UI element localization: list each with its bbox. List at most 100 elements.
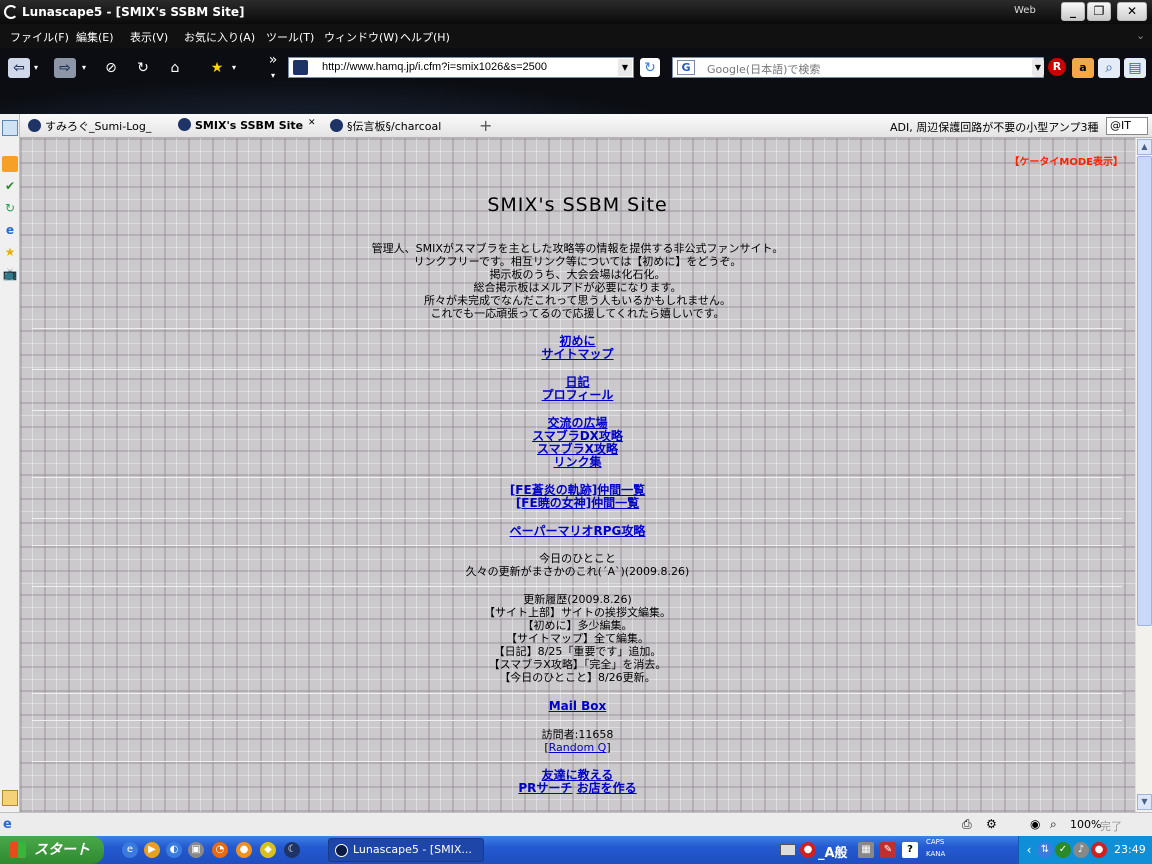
zoom-icon[interactable]: ⌕ xyxy=(1050,817,1057,832)
tools-icon[interactable]: ⚙ xyxy=(986,817,997,831)
pr-search-link[interactable]: PRサーチ xyxy=(518,781,572,795)
link-links[interactable]: リンク集 xyxy=(20,456,1135,469)
firefox-quicklaunch-icon[interactable]: ◔ xyxy=(212,842,228,858)
rss-icon[interactable] xyxy=(2,156,18,172)
vertical-scrollbar[interactable]: ▲ ▼ xyxy=(1135,138,1152,812)
intro-line: 総合掲示板はメルアドが必要になります。 xyxy=(473,281,682,294)
search-options-icon[interactable]: ▤ xyxy=(1124,58,1146,78)
ime-tool-icon[interactable]: ✎ xyxy=(880,842,896,858)
taskbar-window-button[interactable]: Lunascape5 - [SMIX... xyxy=(328,838,484,862)
help-icon[interactable]: ? xyxy=(902,842,918,858)
mailbox-link[interactable]: Mail Box xyxy=(20,700,1135,713)
history-icon[interactable]: ↻ xyxy=(2,200,18,216)
tool-quicklaunch-icon[interactable]: ◆ xyxy=(260,842,276,858)
view-icon[interactable]: ◉ xyxy=(1030,817,1040,831)
search-box[interactable]: G Google(日本語)で検索 xyxy=(672,57,1044,78)
menu-edit[interactable]: 編集(E) xyxy=(76,29,114,45)
caps-indicator: CAPS xyxy=(926,838,945,846)
ime-pad-icon[interactable]: ▦ xyxy=(858,842,874,858)
sidebar-panel-icon[interactable] xyxy=(2,120,18,136)
scroll-down-icon[interactable]: ▼ xyxy=(1137,794,1152,810)
scroll-thumb[interactable] xyxy=(1137,156,1152,626)
news-ticker[interactable]: ADI, 周辺保護回路が不要の小型アンプ3種 xyxy=(890,119,1098,135)
intro-line: 管理人、SMIXがスマブラを主とした攻略等の情報を提供する非公式ファンサイト。 xyxy=(371,242,784,255)
menu-window[interactable]: ウィンドウ(W) xyxy=(324,29,398,45)
keyboard-icon[interactable] xyxy=(780,844,796,856)
checklist-icon[interactable]: ✔ xyxy=(2,178,18,194)
tray-expand-icon[interactable]: ‹ xyxy=(1021,842,1037,858)
refresh-icon[interactable]: ↻ xyxy=(640,58,660,77)
google-icon[interactable]: G xyxy=(677,60,695,75)
forward-dropdown-icon[interactable]: ▾ xyxy=(78,58,90,78)
menu-tools[interactable]: ツール(T) xyxy=(266,29,314,45)
favorites-star-icon[interactable]: ★ xyxy=(206,58,228,78)
ime-icon[interactable]: ● xyxy=(800,842,816,858)
mobile-mode-link[interactable]: 【ケータイMODE表示】 xyxy=(1009,153,1123,168)
app-quicklaunch-icon[interactable]: ● xyxy=(236,842,252,858)
network-icon[interactable]: ⇅ xyxy=(1037,842,1053,858)
tab-close-icon[interactable]: ✕ xyxy=(308,118,316,136)
menu-view[interactable]: 表示(V) xyxy=(130,29,168,45)
printer-icon[interactable]: ⎙ xyxy=(962,817,972,832)
address-bar[interactable]: http://www.hamq.jp/i.cfm?i=smix1026&s=25… xyxy=(288,57,634,78)
tv-icon[interactable]: 📺 xyxy=(2,266,18,282)
media-quicklaunch-icon[interactable]: ▶ xyxy=(144,842,160,858)
home-icon[interactable]: ⌂ xyxy=(164,58,186,78)
tab-smix-site[interactable]: SMIX's SSBM Site xyxy=(178,118,303,136)
volume-icon[interactable]: ♪ xyxy=(1073,842,1089,858)
search-input[interactable]: Google(日本語)で検索 xyxy=(707,61,820,77)
folder-add-icon[interactable] xyxy=(2,790,18,806)
ie-quicklaunch-icon[interactable]: e xyxy=(122,842,138,858)
link-fe-radiant-dawn[interactable]: [FE暁の女神]仲間一覧 xyxy=(20,497,1135,510)
rakuten-icon[interactable]: R xyxy=(1048,58,1066,76)
address-dropdown-icon[interactable]: ▼ xyxy=(618,59,632,76)
scroll-up-icon[interactable]: ▲ xyxy=(1137,139,1152,155)
reload-icon[interactable]: ↻ xyxy=(132,58,154,78)
ime-mode[interactable]: _A般 xyxy=(818,842,848,861)
ie-engine-icon[interactable]: e xyxy=(3,817,12,832)
menu-favorites[interactable]: お気に入り(A) xyxy=(184,29,255,45)
tab-sumi-log[interactable]: すみろぐ_Sumi-Log_ xyxy=(28,118,151,136)
favorites-icon[interactable]: ★ xyxy=(2,244,18,260)
maximize-button[interactable]: ❐ xyxy=(1087,2,1111,21)
favorites-dropdown-icon[interactable]: ▾ xyxy=(228,58,240,78)
tab-charcoal[interactable]: §伝言板§/charcoal xyxy=(330,118,441,136)
link-paper-mario[interactable]: ペーパーマリオRPG攻略 xyxy=(20,525,1135,538)
amazon-icon[interactable]: a xyxy=(1072,58,1094,78)
forward-button[interactable]: ⇨ xyxy=(54,58,76,78)
back-dropdown-icon[interactable]: ▾ xyxy=(30,58,42,78)
menu-overflow-icon[interactable]: ⌄ xyxy=(1136,29,1145,42)
link-profile[interactable]: プロフィール xyxy=(20,389,1135,402)
new-tab-icon[interactable]: + xyxy=(479,116,492,135)
menu-file[interactable]: ファイル(F) xyxy=(10,29,69,45)
start-button[interactable]: スタート xyxy=(0,836,104,864)
antivirus-icon[interactable]: ● xyxy=(1091,842,1107,858)
menu-help[interactable]: ヘルプ(H) xyxy=(400,29,450,45)
close-button[interactable]: ✕ xyxy=(1117,2,1147,21)
ie-icon[interactable]: e xyxy=(2,222,18,238)
visitor-counter: 訪問者:11658 xyxy=(541,728,614,741)
search-page-icon[interactable]: ⌕ xyxy=(1098,58,1120,78)
kana-indicator: KANA xyxy=(926,850,946,858)
toolbar: ⇦ ▾ ⇨ ▾ ⊘ ↻ ⌂ ★ ▾ » ▾ http://www.hamq.jp… xyxy=(0,48,1152,114)
pr-links-row: PRサーチ お店を作る xyxy=(20,782,1135,795)
zoom-level[interactable]: 100% xyxy=(1070,818,1101,831)
explorer-quicklaunch-icon[interactable]: ▣ xyxy=(188,842,204,858)
link-sitemap[interactable]: サイトマップ xyxy=(20,348,1135,361)
browser-quicklaunch-icon[interactable]: ◐ xyxy=(166,842,182,858)
web-mode-toggle[interactable]: Web xyxy=(1014,5,1036,16)
toolbar-overflow-dropdown-icon[interactable]: ▾ xyxy=(262,66,284,86)
search-dropdown-icon[interactable]: ▼ xyxy=(1032,58,1044,77)
history-line: 【サイトマップ】全て編集。 xyxy=(506,632,649,645)
back-button[interactable]: ⇦ xyxy=(8,58,30,78)
security-icon[interactable]: ✓ xyxy=(1055,842,1071,858)
random-q-link[interactable]: Random Q xyxy=(549,741,607,754)
address-input[interactable]: http://www.hamq.jp/i.cfm?i=smix1026&s=25… xyxy=(322,61,547,73)
intro-line: リンクフリーです。相互リンク等については【初めに】をどうぞ。 xyxy=(413,255,742,268)
make-shop-link[interactable]: お店を作る xyxy=(577,781,637,795)
stop-icon[interactable]: ⊘ xyxy=(100,58,122,78)
lunascape-quicklaunch-icon[interactable]: ☾ xyxy=(284,842,300,858)
ticker-source-select[interactable]: @IT xyxy=(1106,117,1148,135)
minimize-button[interactable]: _ xyxy=(1061,2,1085,21)
history-line: 【サイト上部】サイトの挨拶文編集。 xyxy=(484,606,671,619)
